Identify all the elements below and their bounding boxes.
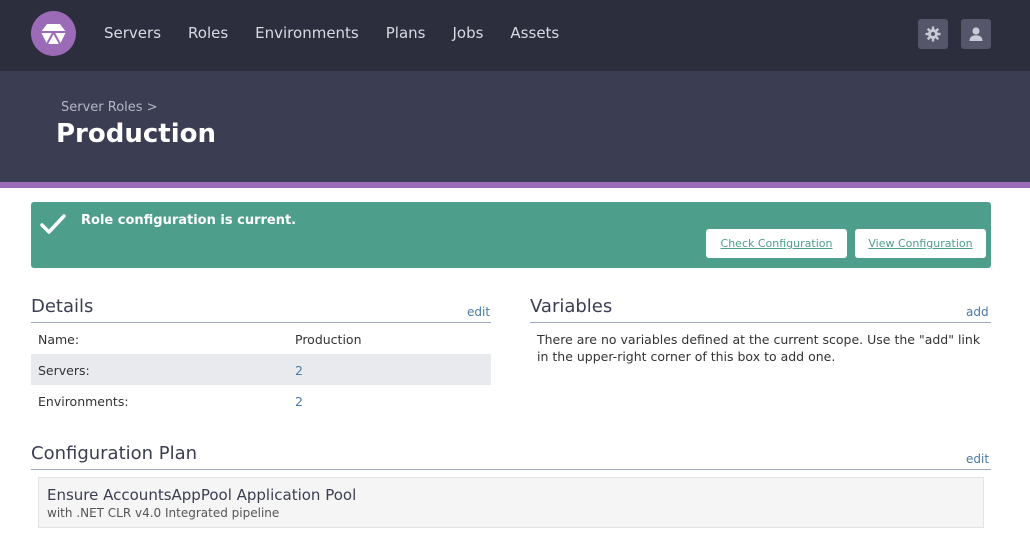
details-label: Name:: [38, 332, 80, 347]
variables-heading: Variables: [530, 296, 613, 317]
variables-empty-message: There are no variables defined at the cu…: [537, 332, 981, 364]
page-title: Production: [56, 119, 216, 149]
view-configuration-button[interactable]: View Configuration: [855, 229, 986, 258]
details-label: Environments:: [38, 394, 129, 409]
plan-step-title: Ensure AccountsAppPool Application Pool: [47, 486, 357, 504]
gear-icon: [925, 26, 941, 42]
details-heading: Details: [31, 296, 94, 317]
details-label: Servers:: [38, 363, 90, 378]
variables-add-link[interactable]: add: [966, 305, 989, 319]
servers-count-link[interactable]: 2: [295, 363, 303, 378]
configuration-plan-heading: Configuration Plan: [31, 443, 198, 464]
breadcrumb[interactable]: Server Roles >: [61, 100, 158, 115]
details-row-environments: Environments: 2: [31, 385, 491, 416]
details-edit-link[interactable]: edit: [467, 305, 490, 319]
app-logo[interactable]: [31, 11, 76, 56]
plan-step-item[interactable]: Ensure AccountsAppPool Application Pool …: [38, 477, 984, 528]
check-configuration-button[interactable]: Check Configuration: [706, 229, 847, 258]
logo-icon: [41, 24, 66, 45]
nav-item-roles[interactable]: Roles: [188, 24, 228, 42]
top-nav-bar: Servers Roles Environments Plans Jobs As…: [0, 0, 1030, 71]
checkmark-icon: [40, 214, 66, 234]
details-row-servers: Servers: 2: [31, 354, 491, 385]
accent-divider: [0, 182, 1030, 188]
environments-count-link[interactable]: 2: [295, 394, 303, 409]
nav-item-servers[interactable]: Servers: [104, 24, 161, 42]
settings-button[interactable]: [918, 19, 948, 49]
user-icon: [969, 27, 983, 41]
plan-divider: [31, 469, 991, 470]
plan-edit-link[interactable]: edit: [966, 452, 989, 466]
config-status-alert: Role configuration is current. Check Con…: [31, 202, 991, 268]
details-value: Production: [295, 332, 362, 347]
nav-item-environments[interactable]: Environments: [255, 24, 359, 42]
nav-item-assets[interactable]: Assets: [510, 24, 559, 42]
user-menu-button[interactable]: [961, 19, 991, 49]
alert-message: Role configuration is current.: [81, 213, 297, 228]
main-nav: Servers Roles Environments Plans Jobs As…: [104, 24, 586, 42]
nav-item-plans[interactable]: Plans: [386, 24, 426, 42]
details-row-name: Name: Production: [31, 323, 491, 354]
nav-item-jobs[interactable]: Jobs: [452, 24, 483, 42]
variables-divider: [530, 322, 991, 323]
plan-step-subtitle: with .NET CLR v4.0 Integrated pipeline: [47, 506, 280, 520]
page-header: Server Roles > Production: [0, 71, 1030, 182]
